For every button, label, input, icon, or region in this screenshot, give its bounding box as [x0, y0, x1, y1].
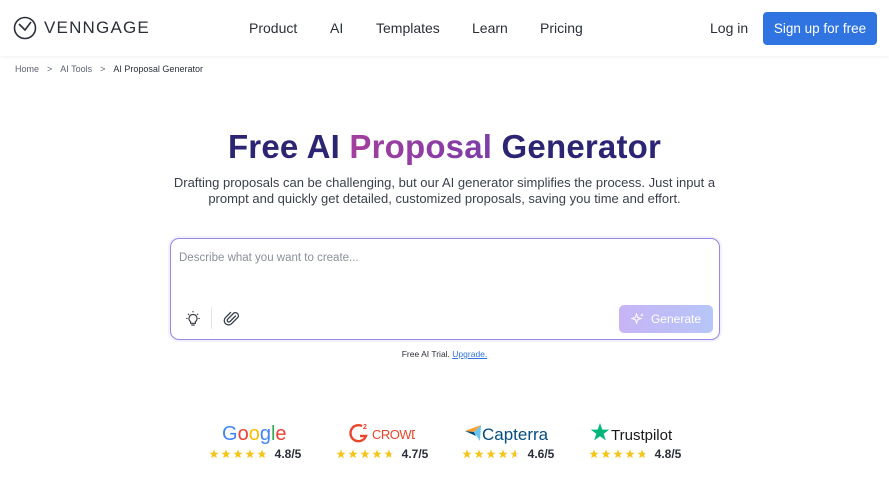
login-link[interactable]: Log in — [710, 20, 748, 36]
star-icon — [588, 449, 599, 459]
nav-item-templates[interactable]: Templates — [376, 20, 440, 36]
rating-score: 4.7/5 — [401, 447, 429, 461]
breadcrumb-ai-tools[interactable]: AI Tools — [60, 64, 92, 74]
rating-row: 4.7/5 — [327, 447, 437, 461]
nav-item-learn[interactable]: Learn — [472, 20, 508, 36]
rating-score: 4.8/5 — [654, 447, 682, 461]
breadcrumb-separator: > — [47, 64, 53, 74]
toolbar-divider — [211, 307, 212, 329]
svg-text:Capterra: Capterra — [482, 425, 549, 444]
idea-button[interactable] — [183, 309, 203, 329]
star-icon — [208, 449, 219, 459]
svg-text:2: 2 — [363, 424, 367, 431]
rating-row: 4.8/5 — [580, 447, 690, 461]
star-icon — [244, 449, 255, 459]
venngage-logo-icon — [13, 16, 37, 40]
google-logo: Google — [200, 420, 310, 446]
star-icon — [509, 449, 520, 459]
rating-row: 4.8/5 — [200, 447, 310, 461]
trustpilot-logo: Trustpilot — [580, 420, 690, 446]
capterra-logo: Capterra — [453, 420, 563, 446]
breadcrumb: Home > AI Tools > AI Proposal Generator — [15, 64, 203, 74]
star-icon — [612, 449, 623, 459]
star-icon — [600, 449, 611, 459]
trustpilot-logo-icon: Trustpilot — [590, 423, 673, 444]
generate-label: Generate — [650, 312, 702, 326]
signup-button[interactable]: Sign up for free — [763, 12, 877, 45]
lightbulb-icon — [186, 311, 200, 326]
star-icon — [256, 449, 267, 459]
prompt-input[interactable] — [179, 248, 709, 268]
prompt-box: Generate — [170, 238, 720, 340]
breadcrumb-home[interactable]: Home — [15, 64, 39, 74]
sparkle-icon — [630, 312, 644, 325]
nav-item-ai[interactable]: AI — [330, 20, 343, 36]
star-rating — [335, 449, 394, 459]
star-rating — [588, 449, 647, 459]
star-icon — [232, 449, 243, 459]
svg-text:CROWD: CROWD — [372, 427, 415, 442]
star-icon — [485, 449, 496, 459]
title-accent: Proposal — [349, 128, 493, 165]
attach-button[interactable] — [222, 309, 242, 329]
brand-name: VENNGAGE — [44, 18, 150, 37]
star-rating — [461, 449, 520, 459]
rating-row: 4.6/5 — [453, 447, 563, 461]
rating-score: 4.6/5 — [527, 447, 555, 461]
star-icon — [497, 449, 508, 459]
star-rating — [208, 449, 267, 459]
page-title: Free AI Proposal Generator — [0, 128, 889, 166]
breadcrumb-separator: > — [100, 64, 106, 74]
star-icon — [624, 449, 635, 459]
page-subtitle: Drafting proposals can be challenging, b… — [173, 175, 716, 206]
star-icon — [461, 449, 472, 459]
g2-crowd-logo-icon: 2 CROWD — [349, 424, 415, 443]
svg-text:Trustpilot: Trustpilot — [611, 427, 673, 444]
star-icon — [347, 449, 358, 459]
star-icon — [371, 449, 382, 459]
top-navigation-bar: VENNGAGE Product AI Templates Learn Pric… — [0, 0, 889, 56]
venngage-logo[interactable]: VENNGAGE — [13, 16, 150, 40]
svg-text:Google: Google — [222, 423, 287, 445]
paperclip-icon — [223, 311, 240, 326]
generate-button[interactable]: Generate — [619, 305, 713, 333]
capterra-logo-icon: Capterra — [465, 425, 549, 444]
title-start: Free AI — [227, 128, 350, 165]
nav-item-product[interactable]: Product — [249, 20, 297, 36]
star-icon — [636, 449, 647, 459]
nav-item-pricing[interactable]: Pricing — [540, 20, 583, 36]
google-logo-icon: Google — [222, 423, 287, 445]
trial-text: Free AI Trial. — [401, 349, 450, 359]
star-icon — [473, 449, 484, 459]
rating-score: 4.8/5 — [274, 447, 302, 461]
star-icon — [335, 449, 346, 459]
title-end: Generator — [492, 128, 662, 165]
upgrade-link[interactable]: Upgrade. — [452, 349, 487, 359]
star-icon — [383, 449, 394, 459]
g2-crowd-logo: 2 CROWD — [327, 420, 437, 446]
trial-notice: Free AI Trial. Upgrade. — [0, 349, 889, 359]
breadcrumb-current: AI Proposal Generator — [113, 64, 203, 74]
star-icon — [359, 449, 370, 459]
star-icon — [220, 449, 231, 459]
